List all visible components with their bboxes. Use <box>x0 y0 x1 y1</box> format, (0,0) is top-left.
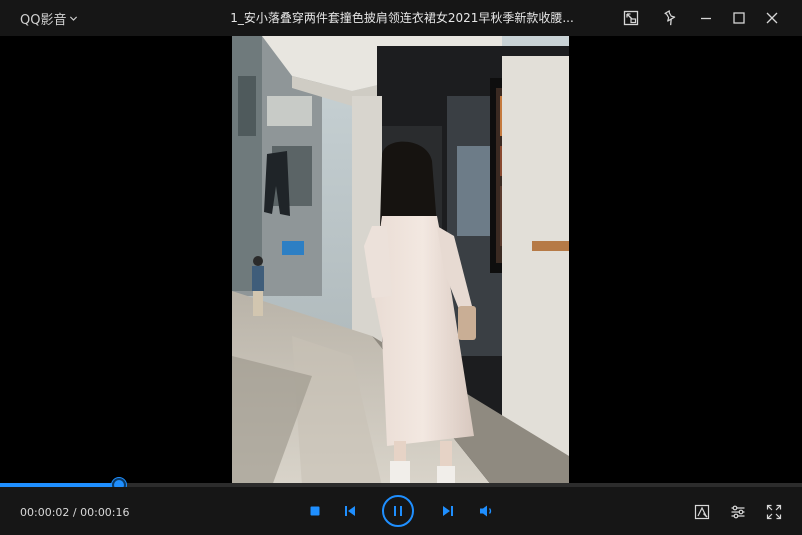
play-pause-button[interactable] <box>382 495 414 527</box>
minimize-icon <box>701 17 711 20</box>
previous-button[interactable] <box>342 503 358 519</box>
screenshot-button[interactable] <box>693 503 711 521</box>
current-time: 00:00:02 <box>20 506 70 519</box>
volume-icon <box>480 505 492 517</box>
app-name: QQ影音 <box>20 12 67 28</box>
pin-button[interactable] <box>660 8 680 28</box>
player-window: QQ影音 1_安小落叠穿两件套撞色披肩领连衣裙女2021早秋季新款收腰... 0… <box>0 0 802 535</box>
next-button[interactable] <box>440 503 456 519</box>
mini-mode-icon <box>623 10 639 26</box>
pin-icon <box>664 10 676 26</box>
close-button[interactable] <box>762 8 782 28</box>
video-area[interactable] <box>0 36 802 486</box>
time-separator: / <box>69 506 81 519</box>
fullscreen-icon <box>766 504 782 520</box>
video-title: 1_安小落叠穿两件套撞色披肩领连衣裙女2021早秋季新款收腰... <box>230 11 574 25</box>
minimize-button[interactable] <box>696 8 716 28</box>
app-menu-button[interactable]: QQ影音 <box>20 8 78 28</box>
volume-button[interactable] <box>478 503 496 519</box>
close-icon <box>766 12 778 24</box>
fullscreen-button[interactable] <box>765 503 783 521</box>
stop-icon <box>310 506 320 516</box>
video-frame <box>232 36 569 486</box>
skip-previous-icon <box>345 506 355 516</box>
maximize-icon <box>733 12 745 24</box>
skip-next-icon <box>443 506 453 516</box>
time-display: 00:00:02 / 00:00:16 <box>20 506 130 519</box>
title-bar: QQ影音 1_安小落叠穿两件套撞色披肩领连衣裙女2021早秋季新款收腰... <box>0 0 802 36</box>
screenshot-icon <box>694 504 710 520</box>
mini-mode-button[interactable] <box>621 8 641 28</box>
settings-button[interactable] <box>729 503 747 521</box>
chevron-down-icon <box>70 15 78 21</box>
total-time: 00:00:16 <box>80 506 130 519</box>
stop-button[interactable] <box>307 503 323 519</box>
maximize-button[interactable] <box>729 8 749 28</box>
video-frame-street-scene <box>232 36 569 486</box>
pause-icon <box>394 506 402 516</box>
settings-sliders-icon <box>731 505 745 519</box>
control-bar: 00:00:02 / 00:00:16 <box>0 487 802 535</box>
